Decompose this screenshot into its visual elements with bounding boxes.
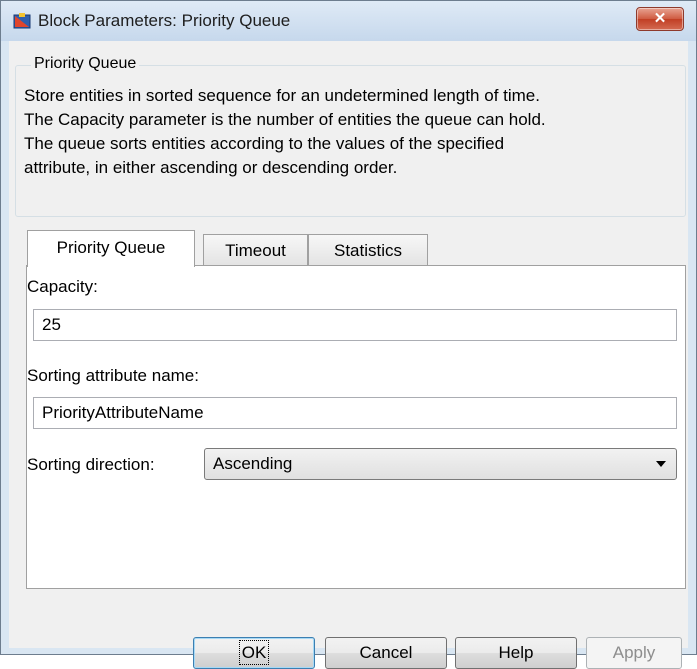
- close-icon[interactable]: ✕: [637, 8, 683, 30]
- ok-button[interactable]: OK: [193, 637, 315, 669]
- capacity-field[interactable]: 25: [33, 309, 677, 341]
- simulink-block-icon: [13, 13, 31, 29]
- tab-panel-priority-queue: Capacity: 25 Sorting attribute name: Pri…: [26, 265, 686, 589]
- description-group: Store entities in sorted sequence for an…: [15, 65, 686, 217]
- title-bar[interactable]: Block Parameters: Priority Queue ✕: [1, 1, 696, 41]
- description-line: attribute, in either ascending or descen…: [24, 158, 398, 177]
- tab-priority-queue[interactable]: Priority Queue: [27, 230, 195, 267]
- dialog-window: Block Parameters: Priority Queue ✕ Store…: [0, 0, 697, 669]
- sorting-attribute-field[interactable]: PriorityAttributeName: [33, 397, 677, 429]
- sorting-attribute-label: Sorting attribute name:: [27, 366, 199, 385]
- cancel-button[interactable]: Cancel: [325, 637, 447, 669]
- group-title: Priority Queue: [31, 55, 140, 73]
- chevron-down-icon[interactable]: [656, 461, 666, 467]
- sorting-direction-value: Ascending: [213, 454, 293, 473]
- sorting-direction-label: Sorting direction:: [27, 455, 155, 474]
- apply-button[interactable]: Apply: [586, 637, 682, 669]
- ok-button-label: OK: [238, 640, 270, 665]
- description-line: The Capacity parameter is the number of …: [24, 110, 546, 129]
- capacity-label: Capacity:: [27, 277, 98, 296]
- tab-statistics[interactable]: Statistics: [308, 234, 428, 266]
- help-button[interactable]: Help: [455, 637, 577, 669]
- sorting-direction-dropdown[interactable]: Ascending: [204, 448, 677, 480]
- window-title: Block Parameters: Priority Queue: [38, 11, 291, 30]
- block-description: Store entities in sorted sequence for an…: [24, 84, 684, 180]
- description-line: Store entities in sorted sequence for an…: [24, 86, 540, 105]
- close-button[interactable]: ✕: [636, 7, 684, 31]
- description-line: The queue sorts entities according to th…: [24, 134, 505, 153]
- dialog-client-area: Store entities in sorted sequence for an…: [9, 41, 688, 669]
- tab-timeout[interactable]: Timeout: [203, 234, 308, 266]
